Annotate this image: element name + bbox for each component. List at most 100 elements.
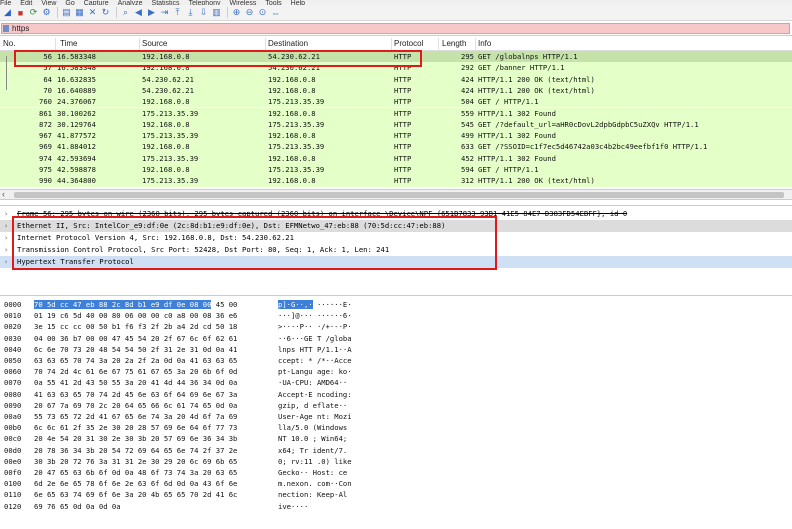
packet-cell-no: 969: [39, 142, 52, 152]
ascii-bytes-text: lnps HTT P/1.1··A: [278, 344, 352, 354]
packet-cell-len: 545: [461, 119, 474, 129]
packet-cell-time: 16.640889: [57, 85, 96, 95]
expand-arrow-icon[interactable]: ›: [4, 244, 8, 256]
packet-cell-info: GET /globalnps HTTP/1.1: [478, 52, 578, 61]
autoscroll-icon[interactable]: ⇩: [198, 7, 209, 18]
toolbar-separator: [57, 7, 58, 18]
packet-row[interactable]: 56 16.583348 192.168.0.8 54.230.62.21 HTTP 29…: [0, 51, 792, 63]
packet-cell-time: 44.364800: [57, 176, 96, 186]
packet-list-horizontal-scrollbar[interactable]: ‹: [0, 189, 792, 200]
packet-row[interactable]: 975 42.598878 192.168.0.8 175.213.35.39 HTTP…: [0, 164, 792, 176]
first-packet-icon[interactable]: ⤒: [172, 7, 183, 18]
detail-row-frame[interactable]: › Frame 56: 295 bytes on wire (2360 bits…: [0, 208, 792, 220]
hex-bytes: 20 78 36 34 3b 20 54 72 69 64 65 6e 74 2…: [34, 445, 237, 456]
hex-bytes-text: 69 76 65 0d 0a 0d 0a: [34, 501, 121, 511]
packet-cell-info: HTTP/1.1 200 OK (text/html): [478, 74, 595, 84]
col-header-length[interactable]: Length: [442, 39, 466, 48]
expand-arrow-icon[interactable]: ›: [4, 256, 8, 268]
packet-cell-info: GET / HTTP/1.1: [478, 97, 539, 107]
hex-offset: 0070: [4, 378, 22, 388]
close-file-icon[interactable]: ✕: [87, 7, 98, 18]
find-icon[interactable]: ⌕: [120, 7, 131, 18]
display-filter-input[interactable]: [1, 23, 790, 34]
packet-row[interactable]: 872 30.129764 192.168.0.8 175.213.35.39 HTTP…: [0, 118, 792, 131]
resize-columns-icon[interactable]: ⇔: [270, 7, 281, 18]
col-header-info[interactable]: Info: [478, 39, 491, 48]
detail-row-ip[interactable]: › Internet Protocol Version 4, Src: 192.…: [0, 232, 792, 244]
col-header-protocol[interactable]: Protocol: [394, 39, 423, 48]
packet-cell-len: 504: [461, 97, 474, 107]
col-header-no[interactable]: No.: [3, 39, 15, 48]
packet-row[interactable]: 64 16.632835 54.230.62.21 192.168.0.8 HTTP 42…: [0, 73, 792, 85]
expand-arrow-icon[interactable]: ›: [4, 208, 8, 220]
zoom-normal-icon[interactable]: ⊙: [257, 7, 268, 18]
packet-cell-dst: 54.230.62.21: [268, 63, 320, 73]
packet-row[interactable]: 760 24.376067 192.168.0.8 175.213.35.39 HTTP…: [0, 96, 792, 108]
packet-row[interactable]: 57 16.583348 192.168.0.8 54.230.62.21 HTTP 29…: [0, 62, 792, 74]
hex-offset: 00e0: [4, 456, 22, 466]
packet-row[interactable]: 967 41.877572 175.213.35.39 192.168.0.8 HTTP…: [0, 130, 792, 142]
packet-cell-no: 967: [39, 131, 52, 141]
packet-cell-src: 192.168.0.8: [142, 63, 190, 73]
last-packet-icon[interactable]: ⤓: [185, 7, 196, 18]
save-file-icon[interactable]: ▦: [74, 7, 85, 18]
packet-cell-dst: 192.168.0.8: [268, 176, 316, 186]
hex-bytes-text: 6c 6c 61 2f 35 2e 30 20 28 57 69 6e 64 6…: [34, 423, 238, 433]
packet-row[interactable]: 70 16.640889 54.230.62.21 192.168.0.8 HTTP 42…: [0, 84, 792, 97]
col-header-time[interactable]: Time: [60, 39, 77, 48]
stop-icon[interactable]: ■: [15, 7, 26, 18]
ascii-bytes-text: ·UA-CPU: AMD64··: [278, 378, 348, 388]
hex-bytes-text: 6d 2e 6e 65 78 6f 6e 2e 63 6f 6d 0d 0a 4…: [34, 479, 238, 489]
ascii-bytes: Accept-E ncoding:: [278, 389, 352, 400]
packet-cell-len: 633: [461, 142, 474, 152]
restart-icon[interactable]: ⟳: [28, 7, 39, 18]
packet-row[interactable]: 861 30.100262 175.213.35.39 192.168.0.8 HTTP…: [0, 107, 792, 119]
ascii-bytes-text: nection: Keep-Al: [278, 490, 348, 500]
packet-cell-len: 594: [461, 165, 474, 174]
col-header-destination[interactable]: Destination: [268, 39, 308, 48]
hex-bytes: 70 74 2d 4c 61 6e 67 75 61 67 65 3a 20 6…: [34, 366, 237, 377]
packet-cell-no: 974: [39, 153, 52, 163]
zoom-in-icon[interactable]: ⊕: [231, 7, 242, 18]
ascii-bytes-text: ive····: [278, 501, 309, 511]
bookmark-icon[interactable]: [3, 25, 9, 32]
hex-bytes-text: 30 3b 20 72 76 3a 31 31 2e 30 29 20 6c 6…: [34, 456, 238, 466]
packet-list[interactable]: 56 16.583348 192.168.0.8 54.230.62.21 HTTP 29…: [0, 51, 792, 189]
packet-row[interactable]: 990 44.364800 175.213.35.39 192.168.0.8 HTTP…: [0, 175, 792, 187]
shark-fin-start-icon[interactable]: ◢: [2, 7, 13, 18]
expand-arrow-icon[interactable]: ›: [4, 220, 8, 232]
expand-arrow-icon[interactable]: ›: [4, 232, 8, 244]
detail-row-http[interactable]: › Hypertext Transfer Protocol: [0, 256, 792, 268]
options-icon[interactable]: ⚙: [41, 7, 52, 18]
packet-cell-dst: 175.213.35.39: [268, 142, 325, 152]
colorize-icon[interactable]: ▥: [211, 7, 222, 18]
packet-bytes-pane[interactable]: 0000 70 5d cc 47 eb 88 2c 8d b1 e9 df 0e …: [0, 295, 792, 529]
detail-row-ethernet[interactable]: › Ethernet II, Src: IntelCor_e9:df:0e (2…: [0, 220, 792, 232]
packet-cell-no: 872: [39, 119, 52, 129]
go-back-icon[interactable]: ◀: [133, 7, 144, 18]
col-header-source[interactable]: Source: [142, 39, 167, 48]
ascii-bytes-text: >····P·· ·/+·-·P·: [278, 322, 352, 332]
hex-offset: 00d0: [4, 445, 22, 455]
hex-offset: 0110: [4, 490, 22, 500]
hex-bytes-text: 20 4e 54 20 31 30 2e 30 3b 20 57 69 6e 3…: [34, 434, 238, 444]
scrollbar-thumb[interactable]: [14, 192, 784, 198]
packet-cell-no: 56: [43, 52, 52, 61]
packet-row[interactable]: 974 42.593694 175.213.35.39 192.168.0.8 HTTP…: [0, 152, 792, 164]
zoom-out-icon[interactable]: ⊖: [244, 7, 255, 18]
toolbar-separator: [116, 7, 117, 18]
packet-row[interactable]: 969 41.884012 192.168.0.8 175.213.35.39 HTTP…: [0, 141, 792, 153]
go-to-packet-icon[interactable]: ⇥: [159, 7, 170, 18]
reload-icon[interactable]: ↻: [100, 7, 111, 18]
packet-cell-no: 990: [39, 176, 52, 186]
hex-offset: 0060: [4, 367, 22, 377]
detail-row-tcp[interactable]: › Transmission Control Protocol, Src Por…: [0, 244, 792, 256]
packet-list-header: No. Time Source Destination Protocol Len…: [0, 38, 792, 51]
open-file-icon[interactable]: ▤: [61, 7, 72, 18]
packet-cell-dst: 192.168.0.8: [268, 85, 316, 95]
ascii-bytes: pt-Langu age: ko·: [278, 366, 352, 377]
packet-cell-dst: 175.213.35.39: [268, 97, 325, 107]
go-forward-icon[interactable]: ▶: [146, 7, 157, 18]
scroll-left-icon[interactable]: ‹: [2, 189, 5, 199]
packet-cell-len: 424: [461, 85, 474, 95]
